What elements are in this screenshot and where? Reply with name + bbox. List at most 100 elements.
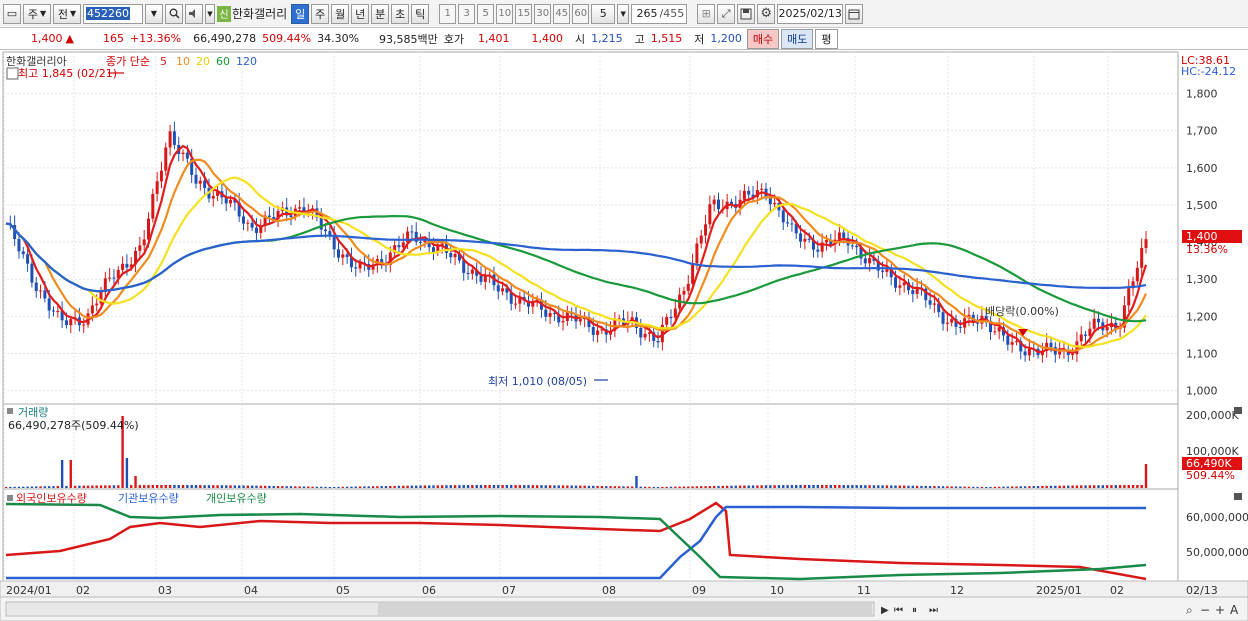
volume-bar [605,486,608,488]
prev-dropdown[interactable]: 전 ▼ [53,3,81,24]
step-forward-icon[interactable]: ⏭ [929,605,938,616]
save-icon[interactable] [737,3,756,24]
interval-button[interactable]: 30 [534,3,552,24]
volume-bar [570,485,573,488]
interval-button[interactable]: 1 [439,3,457,24]
interval-button[interactable]: 15 [515,3,533,24]
candle-body [850,245,854,247]
period-button[interactable]: 분 [371,3,390,24]
font-size-icon[interactable]: A [1230,603,1239,617]
buy-button[interactable]: 매수 [746,28,780,49]
period-button[interactable]: 일 [291,3,310,24]
candle-body [466,272,470,274]
candle-body [1014,341,1018,343]
draw-tool-icon[interactable]: ⤢ [717,3,736,24]
volume-bar [756,485,759,488]
candle-body [695,243,699,264]
stock-chart[interactable]: 1,800 1,700 1,600 1,500 1,400 1,300 1,200 1,100… [0,51,1248,621]
volume-bar [820,485,824,488]
volume-bar [328,486,332,488]
date-axis-label: 09 [692,584,706,597]
speaker-icon[interactable] [185,3,203,24]
candle-body [863,258,867,264]
volume-bar [782,485,785,488]
open-label: 시 [575,32,586,46]
zoom-out-icon[interactable]: − [1200,603,1210,617]
interval-button[interactable]: 45 [553,3,571,24]
candle-body [639,328,643,338]
search-icon[interactable] [165,3,183,24]
volume-bar [458,485,461,488]
volume-bar [56,486,60,488]
volume-bar [751,485,755,488]
candle-body [824,240,828,243]
volume-bar [1028,486,1031,488]
turnover: 34.30% [317,32,360,45]
volume-bar [285,486,288,488]
holdings-close-icon[interactable] [1234,493,1242,500]
candle-body [669,317,673,319]
volume-bar [1080,485,1083,488]
candle-body [56,310,60,312]
volume-bar [263,485,267,488]
custom-interval[interactable]: 5 [591,3,616,24]
volume-bar [691,486,694,488]
interval-button[interactable]: 3 [458,3,476,24]
volume-bar [859,485,863,488]
period-button[interactable]: 주 [311,3,330,24]
interval-button[interactable]: 10 [496,3,514,24]
zoom-search-icon[interactable]: ⌕ [1186,603,1193,617]
candle-body [453,254,457,258]
freq-type-dropdown[interactable]: 주 ▼ [23,3,51,24]
volume-bar [1110,485,1113,488]
interval-button[interactable]: 5 [477,3,495,24]
date-input[interactable]: 2025/02/13 [777,3,844,24]
volume-bar [1002,486,1005,488]
volume-bar [613,486,617,488]
open-price: 1,215 [591,32,623,45]
candle-body [790,223,794,225]
volume-bar [566,485,569,488]
grid-icon[interactable]: ⊞ [697,3,716,24]
calendar-icon[interactable] [845,3,864,24]
volume-bar [436,485,440,488]
period-button[interactable]: 월 [331,3,350,24]
step-back-icon[interactable]: ⏮ [894,605,903,616]
volume-bar [1036,486,1040,488]
interval-dropdown-icon[interactable]: ▼ [617,3,630,24]
panel-toggle-icon[interactable] [6,67,19,80]
volume-bar [760,485,763,488]
scroll-thumb[interactable] [378,603,872,615]
stock-code-input[interactable]: 452260 [83,3,143,24]
speaker-dropdown-icon[interactable]: ▼ [205,3,215,24]
pause-icon[interactable]: ⏸ [912,605,917,616]
candle-body [686,283,690,291]
volume-bar [527,485,530,488]
sell-button[interactable]: 매도 [781,28,814,49]
volume-bar [583,485,586,488]
zoom-in-icon[interactable]: + [1215,603,1225,617]
scroll-right-icon[interactable]: ▶ [881,605,889,616]
bar-count-input[interactable]: 265/455 [631,3,688,24]
candle-body [691,263,695,284]
code-dropdown-icon[interactable]: ▼ [145,3,163,24]
candle-body [337,249,340,258]
gear-icon[interactable]: ⚙ [757,3,776,24]
eval-button[interactable]: 평 [815,28,838,49]
period-button[interactable]: 틱 [411,3,430,24]
period-button[interactable]: 년 [351,3,370,24]
date-axis-label: 2025/01 [1036,584,1082,597]
volume-close-icon[interactable] [1234,407,1242,414]
date-axis-label: 11 [857,584,871,597]
volume-bar [462,485,465,488]
volume-bar [155,485,159,488]
volume-bar [246,485,250,488]
period-button[interactable]: 초 [391,3,410,24]
volume-bar [902,485,906,488]
window-icon[interactable]: ▭ [3,3,21,24]
interval-button[interactable]: 60 [572,3,590,24]
volume-bar [1101,485,1105,488]
volume-bar [617,486,621,488]
price-axis-label: 1,600 [1186,162,1218,175]
volume-bar [1045,485,1048,488]
